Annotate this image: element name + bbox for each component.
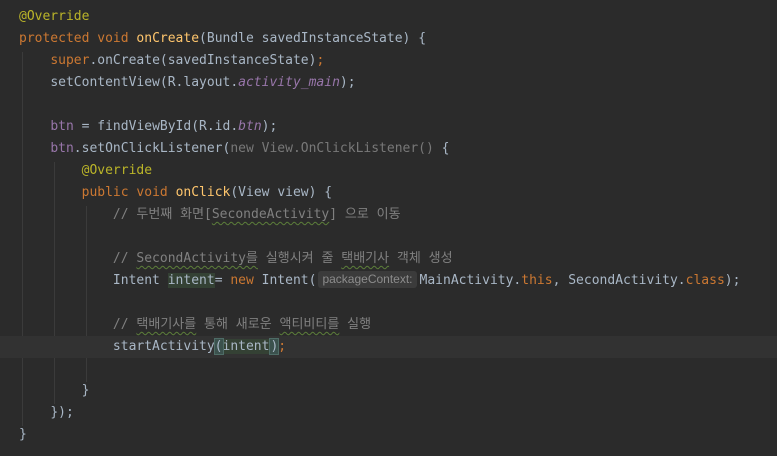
method-name: onClick [175, 185, 231, 200]
code-text: } [81, 383, 90, 398]
method-call: startActivity [112, 339, 215, 354]
comment: // 두번째 화면[SecondeActivity] 으로 이동 [112, 207, 401, 222]
type-name: Intent [112, 273, 160, 288]
field-reference: btn [50, 119, 74, 134]
code-text: Intent( [253, 273, 317, 288]
code-text: = [214, 273, 231, 288]
typo-underline: 액티비티를 [279, 317, 340, 332]
code-line-16-current[interactable]: startActivity(intent); [0, 336, 777, 358]
code-line-18[interactable]: } [0, 380, 777, 402]
code-line-8[interactable]: @Override [0, 160, 777, 182]
variable-intent: intent [167, 273, 215, 288]
code-text: = findViewById(R.id. [73, 119, 239, 134]
comment: // SecondActivity를 실행시켜 줄 택배기사 객체 생성 [112, 251, 453, 266]
code-text: ); [261, 119, 278, 134]
code-line-19[interactable]: }); [0, 402, 777, 424]
keyword: void [97, 31, 129, 46]
code-editor[interactable]: @Override protected void onCreate(Bundle… [0, 0, 777, 456]
comment: // 택배기사를 통해 새로운 액티비티를 실행 [112, 317, 372, 332]
semicolon: ; [278, 339, 287, 354]
code-text: MainActivity. [419, 273, 522, 288]
code-text: ); [339, 75, 356, 90]
code-line-1[interactable]: @Override [0, 6, 777, 28]
matched-paren-open: ( [213, 338, 224, 355]
typo-underline: SecondActivity를 [136, 251, 258, 266]
method-name: onCreate [136, 31, 200, 46]
code-line-20[interactable]: } [0, 424, 777, 446]
code-line-2[interactable]: protected void onCreate(Bundle savedInst… [0, 28, 777, 50]
keyword: void [136, 185, 168, 200]
field-reference: btn [238, 119, 262, 134]
code-line-12[interactable]: // SecondActivity를 실행시켜 줄 택배기사 객체 생성 [0, 248, 777, 270]
field-reference: btn [50, 141, 74, 156]
code-text: { [433, 141, 450, 156]
typo-underline: 택배기사 [341, 251, 390, 266]
code-text: } [19, 427, 27, 442]
code-text: ); [724, 273, 741, 288]
keyword: protected [19, 31, 90, 46]
keyword: new [230, 273, 254, 288]
code-line-9[interactable]: public void onClick(View view) { [0, 182, 777, 204]
typo-underline: SecondeActivity [211, 207, 330, 222]
code-text: .onCreate(savedInstanceState) [89, 53, 317, 68]
code-text: (Bundle savedInstanceState) { [199, 31, 427, 46]
semicolon: ; [316, 53, 325, 68]
code-text: }); [50, 405, 74, 420]
annotation: @Override [81, 163, 153, 178]
field-reference: activity_main [238, 75, 340, 90]
keyword: this [521, 273, 553, 288]
keyword: super [50, 53, 90, 68]
code-text: (View view) { [230, 185, 333, 200]
code-text: setContentView(R.layout. [50, 75, 239, 90]
code-line-13[interactable]: Intent intent= new Intent(packageContext… [0, 270, 777, 292]
code-line-15[interactable]: // 택배기사를 통해 새로운 액티비티를 실행 [0, 314, 777, 336]
code-text: .setOnClickListener( [73, 141, 231, 156]
indent-guide [22, 52, 23, 426]
code-text: , SecondActivity. [552, 273, 686, 288]
typo-underline: 택배기사를 [136, 317, 197, 332]
code-line-3[interactable]: super.onCreate(savedInstanceState); [0, 50, 777, 72]
keyword: public [81, 185, 129, 200]
anonymous-class-text: new View.OnClickListener() [230, 141, 434, 156]
code-line-10[interactable]: // 두번째 화면[SecondeActivity] 으로 이동 [0, 204, 777, 226]
annotation: @Override [19, 9, 90, 24]
code-line-6[interactable]: btn = findViewById(R.id.btn); [0, 116, 777, 138]
variable-intent: intent [222, 339, 270, 354]
keyword: class [685, 273, 725, 288]
code-line-4[interactable]: setContentView(R.layout.activity_main); [0, 72, 777, 94]
code-line-7[interactable]: btn.setOnClickListener(new View.OnClickL… [0, 138, 777, 160]
parameter-hint: packageContext: [318, 271, 417, 288]
